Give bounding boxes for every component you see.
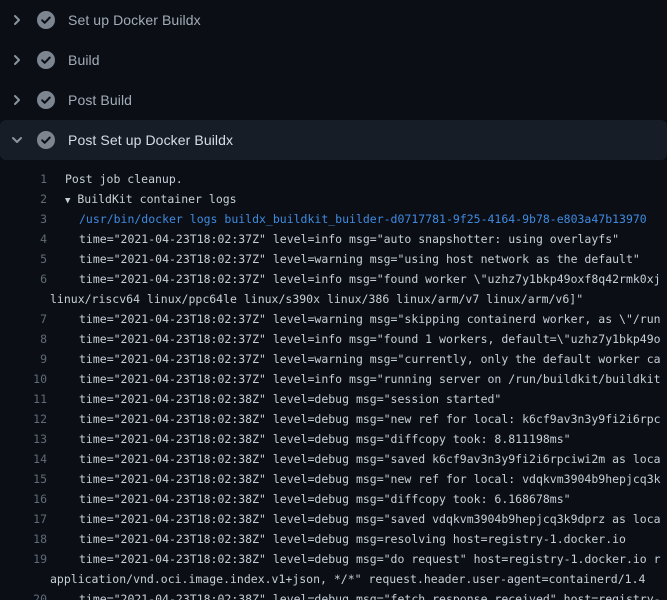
log-line-text: time="2021-04-23T18:02:37Z" level=info m… — [79, 229, 667, 249]
log-line-text: linux/riscv64 linux/ppc64le linux/s390x … — [50, 289, 667, 309]
log-line-text: time="2021-04-23T18:02:38Z" level=debug … — [79, 389, 667, 409]
log-line: 10 time="2021-04-23T18:02:37Z" level=info… — [0, 369, 667, 389]
log-line-number[interactable]: 10 — [0, 369, 47, 389]
log-line-text: time="2021-04-23T18:02:37Z" level=info m… — [79, 269, 667, 289]
log-line-number[interactable]: 5 — [0, 249, 47, 269]
step-label: Build — [68, 52, 100, 68]
chevron-right-icon — [11, 14, 23, 26]
log-line-number[interactable]: 6 — [0, 269, 47, 289]
log-line-text: time="2021-04-23T18:02:37Z" level=info m… — [79, 329, 667, 349]
check-circle-icon — [37, 11, 55, 29]
log-line-text: application/vnd.oci.image.index.v1+json,… — [50, 569, 667, 589]
log-line: 7 time="2021-04-23T18:02:37Z" level=warni… — [0, 309, 667, 329]
log-line-text: time="2021-04-23T18:02:37Z" level=warnin… — [79, 349, 667, 369]
log-line-text: time="2021-04-23T18:02:38Z" level=debug … — [79, 409, 667, 429]
log-line-number[interactable]: 16 — [0, 489, 47, 509]
log-line: 8 time="2021-04-23T18:02:37Z" level=info … — [0, 329, 667, 349]
log-line: 9 time="2021-04-23T18:02:37Z" level=warni… — [0, 349, 667, 369]
log-line-number[interactable]: 19 — [0, 549, 47, 569]
step-row-2[interactable]: Post Build — [0, 80, 667, 120]
log-line: 2 ▼ BuildKit container logs — [0, 189, 667, 209]
log-line-text[interactable]: ▼ BuildKit container logs — [65, 189, 667, 209]
log-line: 3/usr/bin/docker logs buildx_buildkit_bu… — [0, 209, 667, 229]
log-line-text: time="2021-04-23T18:02:38Z" level=debug … — [79, 489, 667, 509]
step-row-3[interactable]: Post Set up Docker Buildx — [0, 120, 667, 160]
log-line-text: time="2021-04-23T18:02:38Z" level=debug … — [79, 509, 667, 529]
log-line: 14 time="2021-04-23T18:02:38Z" level=debu… — [0, 449, 667, 469]
log-line-text: Post job cleanup. — [65, 169, 667, 189]
step-label: Post Build — [68, 92, 132, 108]
log-line-text: time="2021-04-23T18:02:38Z" level=debug … — [79, 549, 667, 569]
log-line-text: time="2021-04-23T18:02:37Z" level=info m… — [79, 369, 667, 389]
log-line-number[interactable]: 2 — [0, 189, 47, 209]
chevron-down-icon — [11, 134, 23, 146]
log-line-number[interactable]: 8 — [0, 329, 47, 349]
log-line-number[interactable]: 7 — [0, 309, 47, 329]
log-line-continuation: application/vnd.oci.image.index.v1+json,… — [0, 569, 667, 589]
log-line: 12 time="2021-04-23T18:02:38Z" level=debu… — [0, 409, 667, 429]
log-line-number[interactable]: 12 — [0, 409, 47, 429]
step-label: Post Set up Docker Buildx — [68, 132, 233, 148]
step-row-1[interactable]: Build — [0, 40, 667, 80]
log-line: 18 time="2021-04-23T18:02:38Z" level=debu… — [0, 529, 667, 549]
step-label: Set up Docker Buildx — [68, 12, 201, 28]
log-line-number[interactable]: 1 — [0, 169, 47, 189]
check-circle-icon — [37, 91, 55, 109]
log-line-continuation: linux/riscv64 linux/ppc64le linux/s390x … — [0, 289, 667, 309]
step-row-0[interactable]: Set up Docker Buildx — [0, 0, 667, 40]
log-line: 19 time="2021-04-23T18:02:38Z" level=debu… — [0, 549, 667, 569]
log-line-text: time="2021-04-23T18:02:38Z" level=debug … — [79, 589, 667, 600]
log-line: 13 time="2021-04-23T18:02:38Z" level=debu… — [0, 429, 667, 449]
log-line-text: time="2021-04-23T18:02:37Z" level=warnin… — [79, 249, 667, 269]
log-line-text: time="2021-04-23T18:02:37Z" level=warnin… — [79, 309, 667, 329]
log-line-number[interactable]: 17 — [0, 509, 47, 529]
log-line-number[interactable]: 4 — [0, 229, 47, 249]
log-line-text: time="2021-04-23T18:02:38Z" level=debug … — [79, 469, 667, 489]
log-line: 20 time="2021-04-23T18:02:38Z" level=debu… — [0, 589, 667, 600]
log-line: 15 time="2021-04-23T18:02:38Z" level=debu… — [0, 469, 667, 489]
log-command-text: /usr/bin/docker logs buildx_buildkit_bui… — [79, 209, 667, 229]
log-area[interactable]: 1 Post job cleanup. 2 ▼ BuildKit container … — [0, 160, 667, 600]
log-line: 11 time="2021-04-23T18:02:38Z" level=debu… — [0, 389, 667, 409]
log-line: 5 time="2021-04-23T18:02:37Z" level=warni… — [0, 249, 667, 269]
log-line-text: time="2021-04-23T18:02:38Z" level=debug … — [79, 449, 667, 469]
log-line-number — [0, 289, 47, 309]
log-line-number — [0, 569, 47, 589]
chevron-right-icon — [11, 54, 23, 66]
log-line-number[interactable]: 15 — [0, 469, 47, 489]
log-line: 16 time="2021-04-23T18:02:38Z" level=debu… — [0, 489, 667, 509]
group-toggle-icon[interactable]: ▼ — [65, 196, 70, 206]
log-line: 4 time="2021-04-23T18:02:37Z" level=info … — [0, 229, 667, 249]
log-line-text: time="2021-04-23T18:02:38Z" level=debug … — [79, 429, 667, 449]
step-list: Set up Docker Buildx Build Post Build Post … — [0, 0, 667, 160]
log-line: 17 time="2021-04-23T18:02:38Z" level=debu… — [0, 509, 667, 529]
log-line-number[interactable]: 18 — [0, 529, 47, 549]
actions-log-viewer: Set up Docker Buildx Build Post Build Post … — [0, 0, 667, 600]
check-circle-icon — [37, 131, 55, 149]
log-line-number[interactable]: 20 — [0, 589, 47, 600]
log-line-number[interactable]: 14 — [0, 449, 47, 469]
chevron-right-icon — [11, 94, 23, 106]
log-line-number[interactable]: 11 — [0, 389, 47, 409]
log-line: 6 time="2021-04-23T18:02:37Z" level=info … — [0, 269, 667, 289]
check-circle-icon — [37, 51, 55, 69]
log-line-number[interactable]: 3 — [0, 209, 47, 229]
log-line: 1 Post job cleanup. — [0, 169, 667, 189]
log-line-text: time="2021-04-23T18:02:38Z" level=debug … — [79, 529, 667, 549]
log-line-number[interactable]: 9 — [0, 349, 47, 369]
log-line-number[interactable]: 13 — [0, 429, 47, 449]
